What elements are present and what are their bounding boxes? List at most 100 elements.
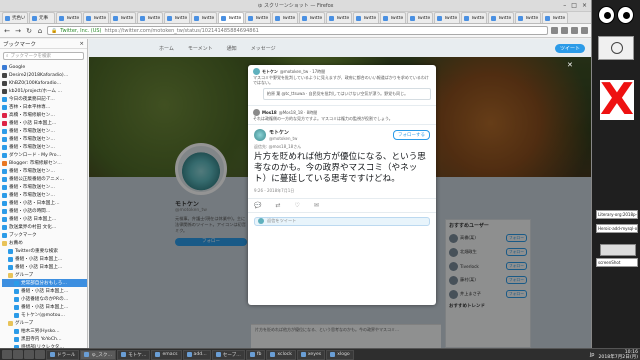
home-icon[interactable]: ⌂ [36,27,44,35]
twitter-nav-item[interactable]: モーメント [188,45,213,52]
browser-tab[interactable]: Twitter [191,12,217,23]
bookmark-item[interactable]: 放送業界の村田 文化… [2,223,87,231]
browser-tab[interactable]: Twitter [110,12,136,23]
browser-tab[interactable]: Twitter [56,12,82,23]
bookmark-folder[interactable]: グループ [2,319,87,327]
browser-tab[interactable]: Twitter [83,12,109,23]
sidebar-title[interactable]: ブックマーク [3,40,36,48]
screenshot-thumbnail[interactable] [600,244,636,256]
browser-tab[interactable]: Twitter [461,12,487,23]
browser-tab[interactable]: Twitter [407,12,433,23]
bookmark-item[interactable]: 番組・小話・日本国上… [2,199,87,207]
browser-tab[interactable]: Twitter [515,12,541,23]
taskbar-task[interactable]: emacs [151,349,182,360]
bookmark-item[interactable]: 番組・小話 日本国上… [2,303,87,311]
bookmark-item[interactable]: Blogger: 市場修解セン… [2,159,87,167]
bookmark-item[interactable]: 番組・市場放送セン… [2,143,87,151]
bookmark-item[interactable]: 番組・市場放送セン… [2,167,87,175]
taskbar-task[interactable]: xeyes [296,349,326,360]
bookmark-item[interactable]: ブックマーク [2,231,87,239]
browser-tab[interactable]: Twitter [542,12,568,23]
browser-tab[interactable]: Twitter [299,12,325,23]
reply-icon[interactable]: 💬 [254,202,261,209]
terminal-icon[interactable] [24,350,34,359]
browser-tab[interactable]: Twitter [434,12,460,23]
browser-tab[interactable]: Twitter [488,12,514,23]
desktop-item[interactable]: Literary-org:2018p-2018/2 [596,210,638,219]
browser-tab[interactable]: 弐色いのうけ [2,12,28,23]
bookmark-item[interactable]: 今日の夜業務日記-T… [2,95,87,103]
bookmark-item[interactable]: 番組・小話の時間… [2,207,87,215]
bookmark-item[interactable]: 高橋・市場修解セン… [2,111,87,119]
like-icon[interactable]: ♡ [295,202,300,209]
browser-tab[interactable]: Twitter [326,12,352,23]
browser-tab[interactable]: Twitter [137,12,163,23]
start-menu-icon[interactable] [2,350,12,359]
desktop-item[interactable]: Heroic-add-mysql-ormj [596,224,638,233]
browser-tab[interactable]: Twitter [218,12,244,23]
taskbar-task[interactable]: セーブ… [211,349,245,360]
bookmark-search-input[interactable]: ⌕ ブックマークを検索 [3,52,84,60]
reply-input[interactable]: 返信をツイート [254,216,430,226]
back-icon[interactable]: ← [3,27,11,35]
browser-tab[interactable]: Twitter [353,12,379,23]
browser-tab[interactable]: 元事 [29,12,55,23]
desktop-item[interactable]: screenShot [596,258,638,267]
tweet-button[interactable]: ツイート [554,43,585,53]
file-manager-icon[interactable] [13,350,23,359]
bookmark-item[interactable]: Desire2(2018Kaforadio)… [2,71,87,79]
reload-icon[interactable]: ↻ [25,27,33,35]
taskbar-clock[interactable]: 10:16 2018年7月2日(月) [599,350,639,360]
taskbar-task[interactable]: xclock [266,349,296,360]
bookmark-item[interactable]: ダウンロード - My Pro… [2,151,87,159]
bookmark-item[interactable]: 番組・小話 日本国上… [2,263,87,271]
browser-icon[interactable] [35,350,45,359]
bookmark-item[interactable]: 杏林・日本平林専… [2,103,87,111]
taskbar-task[interactable]: xlogo [326,349,354,360]
dm-icon[interactable]: ✉ [314,202,319,209]
bookmark-item[interactable]: 番組・小話 日本国上… [2,287,87,295]
bookmark-item[interactable]: 番組・市場放送セン… [2,127,87,135]
retweet-icon[interactable]: ⇄ [275,202,280,209]
bookmark-item[interactable]: 番組・市場放送セン… [2,191,87,199]
taskbar-task[interactable]: fb [245,349,266,360]
bookmark-item[interactable]: モトケン(@motou… [2,311,87,319]
close-icon[interactable]: × [582,2,587,10]
minimize-icon[interactable]: – [563,2,566,10]
browser-tab[interactable]: Twitter [164,12,190,23]
url-bar[interactable]: 🔒 Twitter, Inc. (US) https://twitter.com… [47,26,548,35]
modal-close-icon[interactable]: ✕ [567,61,573,69]
bookmark-item[interactable]: 柏木三男(Hysko… [2,327,87,335]
bookmark-item[interactable]: 番組・小話 日本国上… [2,255,87,263]
quoted-tweet[interactable]: 柏原 葉 @tc_ttsuwa · 自民党を批判してはいけない空気が漂う。野党も… [263,88,431,100]
bookmark-item[interactable]: 小話番組なのかPRの… [2,295,87,303]
twitter-nav-item[interactable]: 通知 [227,45,237,52]
sidebar-close-icon[interactable]: × [79,41,84,47]
taskbar-task[interactable]: モトケ… [117,349,151,360]
browser-tab[interactable]: Twitter [245,12,271,23]
bookmark-item[interactable]: 黒田寺内 YoYoCh… [2,335,87,343]
bookmark-item[interactable]: 党常部自分おもしろ… [2,279,87,287]
taskbar-task[interactable]: add… [182,349,211,360]
bookmark-item[interactable]: 番組・市場放送セン… [2,183,87,191]
bookmark-item[interactable]: Google [2,63,87,71]
bookmark-item[interactable]: 番組・小話 日本国上… [2,215,87,223]
bookmark-item[interactable]: 番組・小話 日本国上… [2,119,87,127]
context-tweet[interactable]: モトケン @motoken_tw · 17時間 マスコミや野党を批判しているよう… [248,65,436,106]
bookmark-item[interactable]: 番組公正版番組のアニメ… [2,175,87,183]
bookmark-item[interactable]: KhBZ0(100Kaforadio… [2,79,87,87]
bookmark-item[interactable]: Twitterの重要な検索 [2,247,87,255]
downloads-icon[interactable] [561,27,568,34]
bookmark-folder[interactable]: グループ [2,271,87,279]
browser-tab[interactable]: Twitter [272,12,298,23]
library-icon[interactable] [571,27,578,34]
menu-icon[interactable] [581,27,588,34]
follow-button[interactable]: フォローする [393,129,430,140]
ime-indicator[interactable]: jp [587,352,598,358]
twitter-nav-item[interactable]: ホーム [159,45,174,52]
taskbar-task[interactable]: ゅ_スク… [80,349,117,360]
context-tweet-2[interactable]: Mos18 @Mos18_18 · 8時間 それは政権側の一方的な見方ですよ。マ… [248,106,436,125]
bookmark-folder[interactable]: お薦め [2,239,87,247]
forward-icon[interactable]: → [14,27,22,35]
bookmark-item[interactable]: kb201/project/ホーム … [2,87,87,95]
